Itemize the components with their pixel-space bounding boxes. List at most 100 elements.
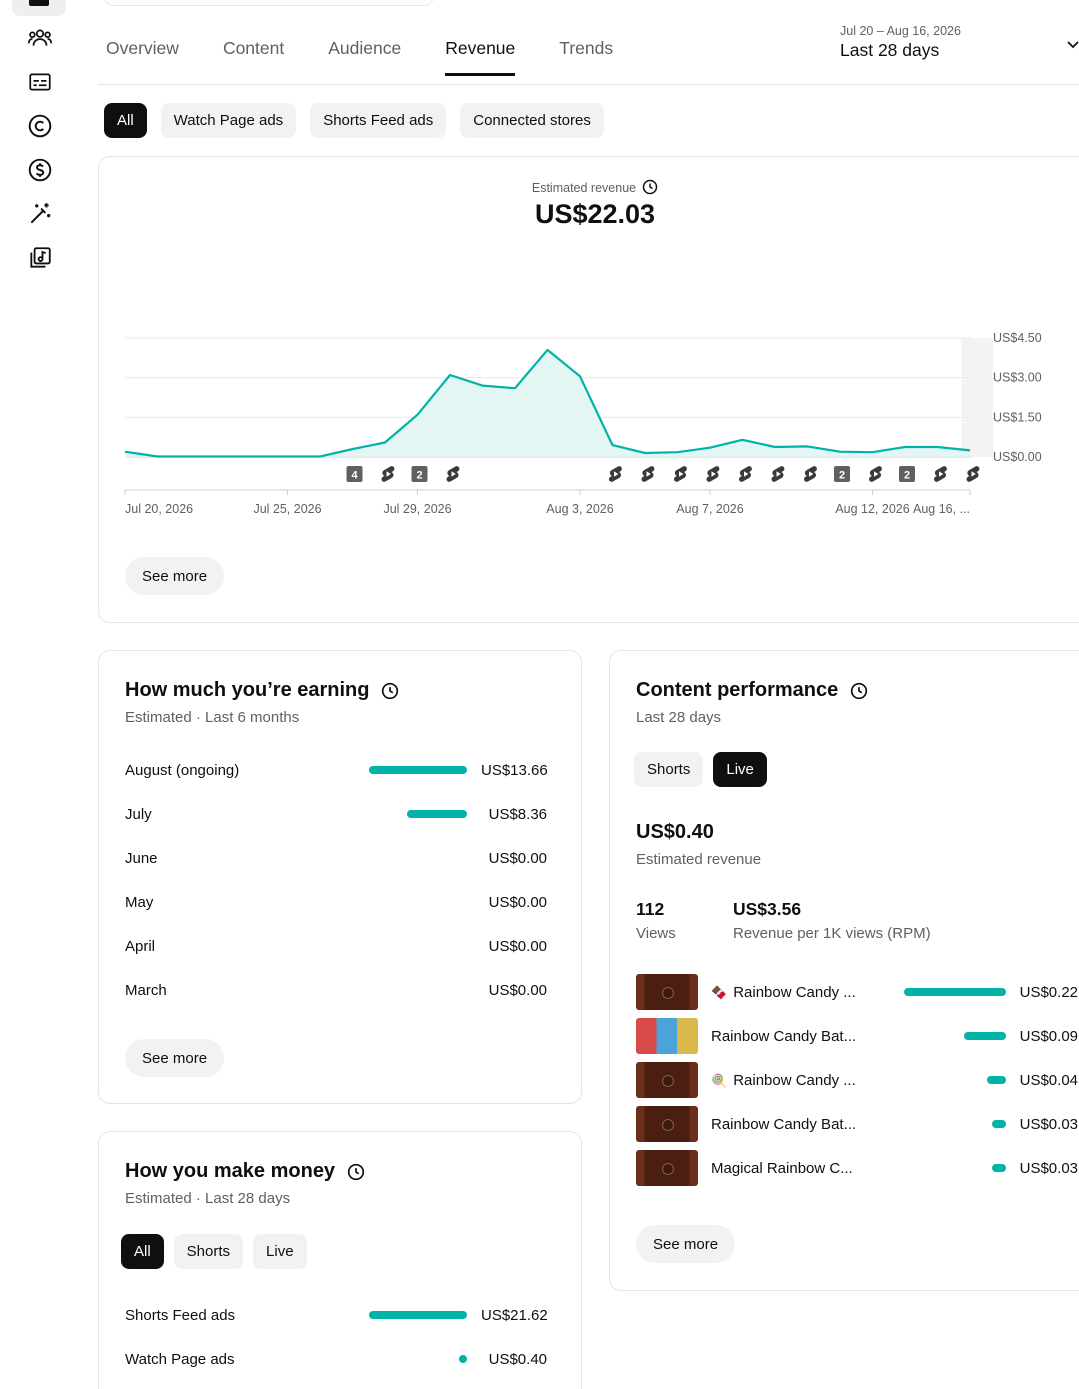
video-thumbnail[interactable] bbox=[636, 1062, 698, 1098]
earning-row-value: US$0.00 bbox=[488, 981, 547, 999]
video-row[interactable]: Rainbow Candy Bat... US$0.03 bbox=[636, 1106, 1078, 1142]
video-revenue-value: US$0.04 bbox=[1019, 1071, 1078, 1089]
video-revenue-bar bbox=[904, 988, 1006, 996]
upload-count-text: 2 bbox=[839, 470, 845, 482]
audio-library-icon[interactable] bbox=[24, 242, 56, 274]
content-performance-subtitle: Last 28 days bbox=[636, 709, 722, 726]
earning-row-value: US$0.00 bbox=[488, 849, 547, 867]
x-tick-label: Aug 16, ... bbox=[913, 502, 970, 516]
earning-row: June US$0.00 bbox=[125, 847, 547, 869]
earning-row: July US$8.36 bbox=[125, 803, 547, 825]
make-money-card: How you make money Estimated · Last 28 d… bbox=[98, 1131, 582, 1389]
tab-content[interactable]: Content bbox=[223, 38, 284, 73]
upload-count-text: 4 bbox=[351, 470, 358, 482]
video-revenue-bar bbox=[987, 1076, 1006, 1084]
chip-shorts-feed-ads[interactable]: Shorts Feed ads bbox=[310, 103, 447, 138]
tab-trends[interactable]: Trends bbox=[559, 38, 613, 73]
video-revenue-value: US$0.22 bbox=[1019, 983, 1078, 1001]
clock-icon[interactable] bbox=[381, 682, 399, 700]
dashboard-icon[interactable] bbox=[12, 0, 66, 16]
tab-revenue[interactable]: Revenue bbox=[445, 38, 516, 76]
video-revenue-bar bbox=[992, 1164, 1006, 1172]
money-row-value: US$0.40 bbox=[488, 1350, 547, 1368]
x-tick-label: Jul 25, 2026 bbox=[253, 502, 321, 516]
subtitles-icon[interactable] bbox=[24, 66, 56, 98]
magic-wand-icon[interactable] bbox=[24, 198, 56, 230]
earn-dollar-icon[interactable] bbox=[24, 154, 56, 186]
video-title-emoji: 🍭 bbox=[711, 1072, 728, 1088]
copyright-icon[interactable] bbox=[24, 110, 56, 142]
video-revenue-value: US$0.03 bbox=[1019, 1115, 1078, 1133]
shorts-icon bbox=[641, 466, 655, 482]
chip-live[interactable]: Live bbox=[713, 752, 767, 787]
video-thumbnail[interactable] bbox=[636, 1150, 698, 1186]
y-tick-label: US$1.50 bbox=[993, 410, 1042, 424]
earning-row: August (ongoing) US$13.66 bbox=[125, 759, 548, 781]
make-money-chips: All Shorts Live bbox=[121, 1234, 307, 1269]
video-row[interactable]: Rainbow Candy Bat... US$0.09 bbox=[636, 1018, 1078, 1054]
shorts-icon bbox=[608, 466, 622, 482]
earning-row-bar bbox=[369, 766, 467, 774]
video-title-text: Rainbow Candy Bat... bbox=[711, 1115, 857, 1133]
video-thumbnail[interactable] bbox=[636, 974, 698, 1010]
views-value: 112 bbox=[636, 899, 665, 919]
video-row[interactable]: 🍭 Rainbow Candy ... US$0.04 bbox=[636, 1062, 1078, 1098]
analytics-tabs: Overview Content Audience Revenue Trends bbox=[106, 38, 613, 76]
video-thumbnail[interactable] bbox=[636, 1018, 698, 1054]
earning-row-value: US$0.00 bbox=[488, 893, 547, 911]
chip-all[interactable]: All bbox=[121, 1234, 164, 1269]
video-revenue-bar bbox=[992, 1120, 1006, 1128]
shorts-icon bbox=[771, 466, 785, 482]
earning-card: How much you’re earning Estimated · Last… bbox=[98, 650, 582, 1104]
video-row[interactable]: 🍫 Rainbow Candy ... US$0.22 bbox=[636, 974, 1078, 1010]
earning-row-label: April bbox=[125, 937, 156, 955]
shorts-icon bbox=[933, 466, 947, 482]
content-performance-title: Content performance bbox=[636, 679, 868, 702]
money-row-bar bbox=[459, 1355, 467, 1363]
chip-connected-stores[interactable]: Connected stores bbox=[460, 103, 604, 138]
x-tick-label: Aug 3, 2026 bbox=[546, 502, 613, 516]
content-type-chips: Shorts Live bbox=[634, 752, 767, 787]
date-range-picker[interactable]: Jul 20 – Aug 16, 2026 Last 28 days bbox=[840, 24, 1079, 61]
earning-row-label: August (ongoing) bbox=[125, 761, 240, 779]
shorts-icon bbox=[868, 466, 882, 482]
x-tick-label: Jul 20, 2026 bbox=[125, 502, 193, 516]
video-title-text: Rainbow Candy ... bbox=[733, 1071, 856, 1089]
content-see-more-button[interactable]: See more bbox=[636, 1225, 736, 1263]
y-tick-label: US$0.00 bbox=[993, 450, 1042, 464]
tab-overview[interactable]: Overview bbox=[106, 38, 179, 73]
rpm-stat: US$3.56 Revenue per 1K views (RPM) bbox=[733, 899, 931, 942]
video-thumbnail[interactable] bbox=[636, 1106, 698, 1142]
rpm-label: Revenue per 1K views (RPM) bbox=[733, 925, 931, 942]
chip-shorts[interactable]: Shorts bbox=[634, 752, 704, 787]
video-row[interactable]: Magical Rainbow C... US$0.03 bbox=[636, 1150, 1078, 1186]
search-bar[interactable] bbox=[104, 0, 434, 6]
x-tick-label: Jul 29, 2026 bbox=[383, 502, 451, 516]
content-performance-title-text: Content performance bbox=[636, 679, 839, 701]
views-stat: 112 Views bbox=[636, 899, 676, 942]
chip-live[interactable]: Live bbox=[253, 1234, 307, 1269]
earning-see-more-button[interactable]: See more bbox=[125, 1039, 225, 1077]
video-title: Rainbow Candy Bat... bbox=[711, 1116, 902, 1133]
see-more-button[interactable]: See more bbox=[125, 557, 225, 595]
video-revenue-value: US$0.09 bbox=[1019, 1027, 1078, 1045]
community-icon[interactable] bbox=[24, 22, 56, 54]
make-money-title-text: How you make money bbox=[125, 1160, 336, 1182]
views-label: Views bbox=[636, 925, 676, 942]
y-tick-label: US$3.00 bbox=[993, 371, 1042, 385]
clock-icon[interactable] bbox=[850, 682, 868, 700]
chip-watch-page-ads[interactable]: Watch Page ads bbox=[160, 103, 297, 138]
chip-shorts[interactable]: Shorts bbox=[173, 1234, 244, 1269]
money-row-label: Shorts Feed ads bbox=[125, 1306, 236, 1324]
video-title: 🍫 Rainbow Candy ... bbox=[711, 984, 902, 1001]
revenue-chart[interactable]: US$0.00 US$1.50 US$3.00 US$4.50 Jul 20, 2026… bbox=[99, 157, 1079, 537]
chip-all[interactable]: All bbox=[104, 103, 147, 138]
tab-audience[interactable]: Audience bbox=[328, 38, 401, 73]
chevron-down-icon bbox=[1067, 41, 1079, 49]
content-revenue-label: Estimated revenue bbox=[636, 851, 762, 868]
earning-row-value: US$0.00 bbox=[488, 937, 547, 955]
upload-count-text: 2 bbox=[904, 470, 910, 482]
y-tick-label: US$4.50 bbox=[993, 331, 1042, 345]
clock-icon[interactable] bbox=[347, 1163, 365, 1181]
tabs-divider bbox=[98, 84, 1079, 85]
